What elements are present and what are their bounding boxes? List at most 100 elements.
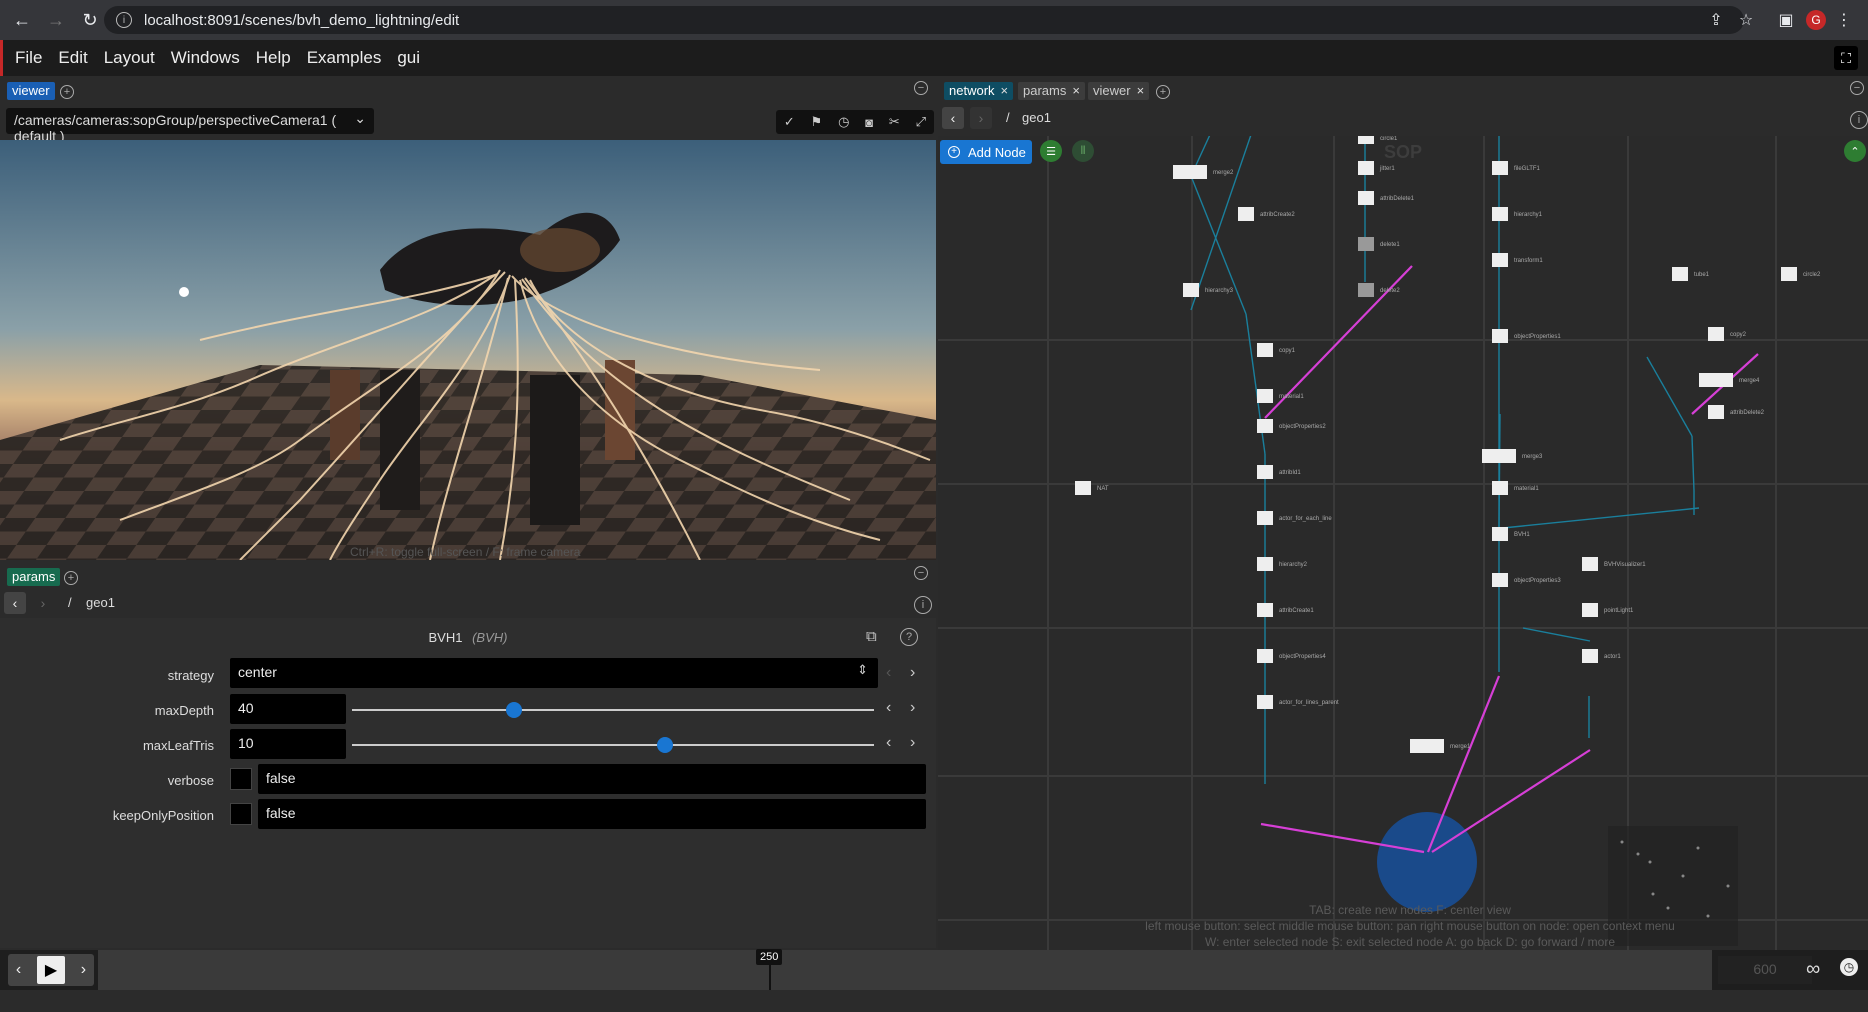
node-attribDelete1[interactable] (1358, 191, 1374, 205)
next-arrow-icon[interactable]: › (910, 664, 915, 682)
prev-arrow-icon[interactable]: ‹ (886, 664, 891, 682)
node-NAT[interactable] (1075, 481, 1091, 495)
node-actor_for_each_line[interactable] (1257, 511, 1273, 525)
maxdepth-input[interactable]: 40 (230, 694, 346, 724)
node-transform1[interactable] (1492, 253, 1508, 267)
menu-windows[interactable]: Windows (171, 48, 240, 68)
node-BVH1[interactable] (1492, 527, 1508, 541)
prev-arrow-icon[interactable]: ‹ (886, 699, 891, 717)
node-attribDelete2[interactable] (1708, 405, 1724, 419)
node-delete1[interactable] (1358, 237, 1374, 251)
node-objectProperties1[interactable] (1492, 329, 1508, 343)
node-merge1[interactable] (1410, 739, 1444, 753)
maxleaftris-input[interactable]: 10 (230, 729, 346, 759)
list-icon[interactable]: ☰ (1040, 140, 1062, 162)
address-bar[interactable]: i localhost:8091/scenes/bvh_demo_lightni… (104, 6, 1744, 34)
open-external-icon[interactable]: ⧉ (866, 628, 877, 645)
maxleaftris-slider[interactable] (352, 737, 874, 753)
node-objectProperties2[interactable] (1257, 419, 1273, 433)
columns-icon[interactable]: ⦀ (1072, 140, 1094, 162)
node-material1b[interactable] (1492, 481, 1508, 495)
add-node-button[interactable]: + Add Node (940, 140, 1032, 164)
fullscreen-icon[interactable]: ⛶ (1834, 46, 1858, 70)
browser-menu-icon[interactable]: ⋮ (1834, 10, 1854, 30)
node-attribCreate1[interactable] (1257, 603, 1273, 617)
panel-menu-icon[interactable]: − (1850, 81, 1864, 95)
node-actor_for_lines_parent[interactable] (1257, 695, 1273, 709)
sidepanel-icon[interactable]: ▣ (1776, 10, 1796, 30)
play-button[interactable]: ▶ (37, 956, 65, 984)
prev-arrow-icon[interactable]: ‹ (886, 734, 891, 752)
loop-icon[interactable]: ∞ (1806, 958, 1820, 981)
node-actor1[interactable] (1582, 649, 1598, 663)
close-icon[interactable]: × (1001, 83, 1009, 98)
tab-network[interactable]: network × (944, 82, 1014, 100)
node-circle1[interactable] (1358, 136, 1374, 144)
node-hierarchy2[interactable] (1257, 557, 1273, 571)
bookmark-star-icon[interactable]: ☆ (1736, 10, 1756, 30)
info-icon[interactable]: i (914, 596, 932, 614)
3d-viewport[interactable] (0, 140, 936, 560)
panel-menu-icon[interactable]: − (914, 81, 928, 95)
info-icon[interactable]: i (1850, 111, 1868, 129)
path-geo1[interactable]: geo1 (86, 595, 115, 610)
prev-frame-button[interactable]: ‹ (16, 961, 21, 979)
add-tab-icon[interactable]: + (1156, 85, 1170, 99)
node-material1[interactable] (1257, 389, 1273, 403)
keeponlyposition-checkbox[interactable] (230, 803, 252, 825)
site-info-icon[interactable]: i (116, 12, 132, 28)
camera-icon[interactable]: ◙ (865, 115, 873, 130)
close-icon[interactable]: × (1137, 83, 1145, 98)
node-copy1[interactable] (1257, 343, 1273, 357)
node-attribCreate2[interactable] (1238, 207, 1254, 221)
slider-knob[interactable] (505, 702, 522, 718)
help-icon[interactable]: ? (900, 628, 918, 646)
menu-examples[interactable]: Examples (307, 48, 382, 68)
nav-back-button[interactable]: ‹ (942, 107, 964, 129)
node-merge4[interactable] (1699, 373, 1733, 387)
add-tab-icon[interactable]: + (64, 571, 78, 585)
node-merge3[interactable] (1482, 449, 1516, 463)
node-tube1[interactable] (1672, 267, 1688, 281)
clock-icon[interactable]: ◷ (1840, 958, 1858, 976)
node-merge2[interactable] (1173, 165, 1207, 179)
camera-select[interactable]: /cameras/cameras:sopGroup/perspectiveCam… (6, 108, 374, 144)
chevron-up-icon[interactable]: ⌃ (1844, 140, 1866, 162)
tab-viewer[interactable]: viewer × (1088, 82, 1150, 100)
nav-forward-button[interactable]: › (32, 592, 54, 614)
check-icon[interactable]: ✓ (784, 114, 795, 130)
node-hierarchy3[interactable] (1183, 283, 1199, 297)
node-BVHVisualizer1[interactable] (1582, 557, 1598, 571)
node-delete2[interactable] (1358, 283, 1374, 297)
node-fileGLTF1[interactable] (1492, 161, 1508, 175)
timeline-cursor[interactable] (769, 964, 771, 990)
nav-back-button[interactable]: ‹ (4, 592, 26, 614)
close-icon[interactable]: × (1072, 83, 1080, 98)
maxdepth-slider[interactable] (352, 702, 874, 718)
node-attribId1[interactable] (1257, 465, 1273, 479)
menu-file[interactable]: File (15, 48, 42, 68)
tab-viewer[interactable]: viewer (7, 82, 55, 100)
tools-icon[interactable]: ✂ (889, 114, 900, 130)
next-arrow-icon[interactable]: › (910, 699, 915, 717)
profile-avatar[interactable]: G (1806, 10, 1826, 30)
node-copy2[interactable] (1708, 327, 1724, 341)
path-geo1[interactable]: geo1 (1022, 110, 1051, 125)
timeline-track[interactable] (98, 950, 1712, 990)
node-pointLight1[interactable] (1582, 603, 1598, 617)
back-icon[interactable]: ← (10, 8, 34, 32)
end-frame-input[interactable]: 600 (1718, 956, 1812, 984)
next-arrow-icon[interactable]: › (910, 734, 915, 752)
add-tab-icon[interactable]: + (60, 85, 74, 99)
node-objectProperties3[interactable] (1492, 573, 1508, 587)
menu-edit[interactable]: Edit (58, 48, 87, 68)
node-objectProperties4[interactable] (1257, 649, 1273, 663)
tab-params[interactable]: params × (1018, 82, 1085, 100)
panel-menu-icon[interactable]: − (914, 566, 928, 580)
menu-help[interactable]: Help (256, 48, 291, 68)
next-frame-button[interactable]: › (81, 961, 86, 979)
share-icon[interactable]: ⇪ (1706, 10, 1726, 30)
strategy-select[interactable]: center ⇕ (230, 658, 878, 688)
node-hierarchy1[interactable] (1492, 207, 1508, 221)
forward-icon[interactable]: → (44, 8, 68, 32)
